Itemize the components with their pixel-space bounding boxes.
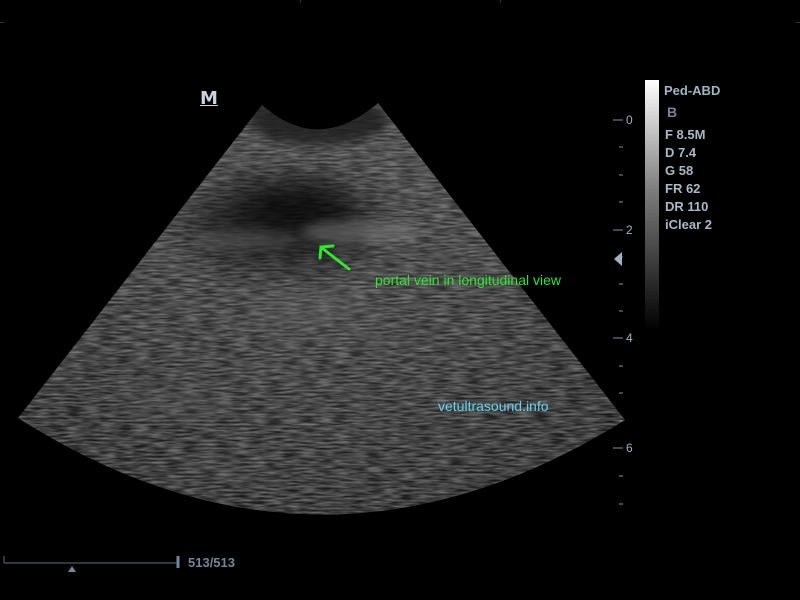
ultrasound-screen: M Ped-ABD B F 8.5M D 7.4 G 58 FR 62 DR 1…: [0, 0, 800, 600]
param-frequency: F 8.5M: [665, 127, 706, 142]
depth-scale: [613, 119, 623, 505]
param-gain: G 58: [665, 163, 694, 178]
mode-label: B: [667, 104, 678, 120]
param-depth: D 7.4: [665, 145, 697, 160]
focus-marker-icon: [614, 252, 622, 266]
frame-ticks: [0, 0, 800, 23]
cine-frame-counter: 513/513: [188, 555, 235, 570]
depth-label-2: 2: [626, 223, 633, 237]
watermark: vetultrasound.info: [438, 398, 549, 414]
cine-scrollbar[interactable]: [3, 556, 180, 572]
param-frame-rate: FR 62: [665, 181, 701, 196]
depth-label-0: 0: [626, 113, 633, 127]
param-dynamic-range: DR 110: [665, 199, 709, 214]
param-iclear: iClear 2: [665, 217, 712, 232]
grayscale-bar: [645, 80, 659, 330]
depth-label-6: 6: [626, 441, 633, 455]
ultrasound-sector: [18, 103, 625, 515]
parameter-list: F 8.5M D 7.4 G 58 FR 62 DR 110 iClear 2: [665, 126, 712, 234]
orientation-marker: M: [200, 88, 218, 109]
annotation-text: portal vein in longitudinal view: [375, 272, 561, 288]
cine-position-marker-icon[interactable]: [68, 566, 76, 572]
depth-label-4: 4: [626, 331, 633, 345]
preset-name: Ped-ABD: [664, 83, 721, 98]
